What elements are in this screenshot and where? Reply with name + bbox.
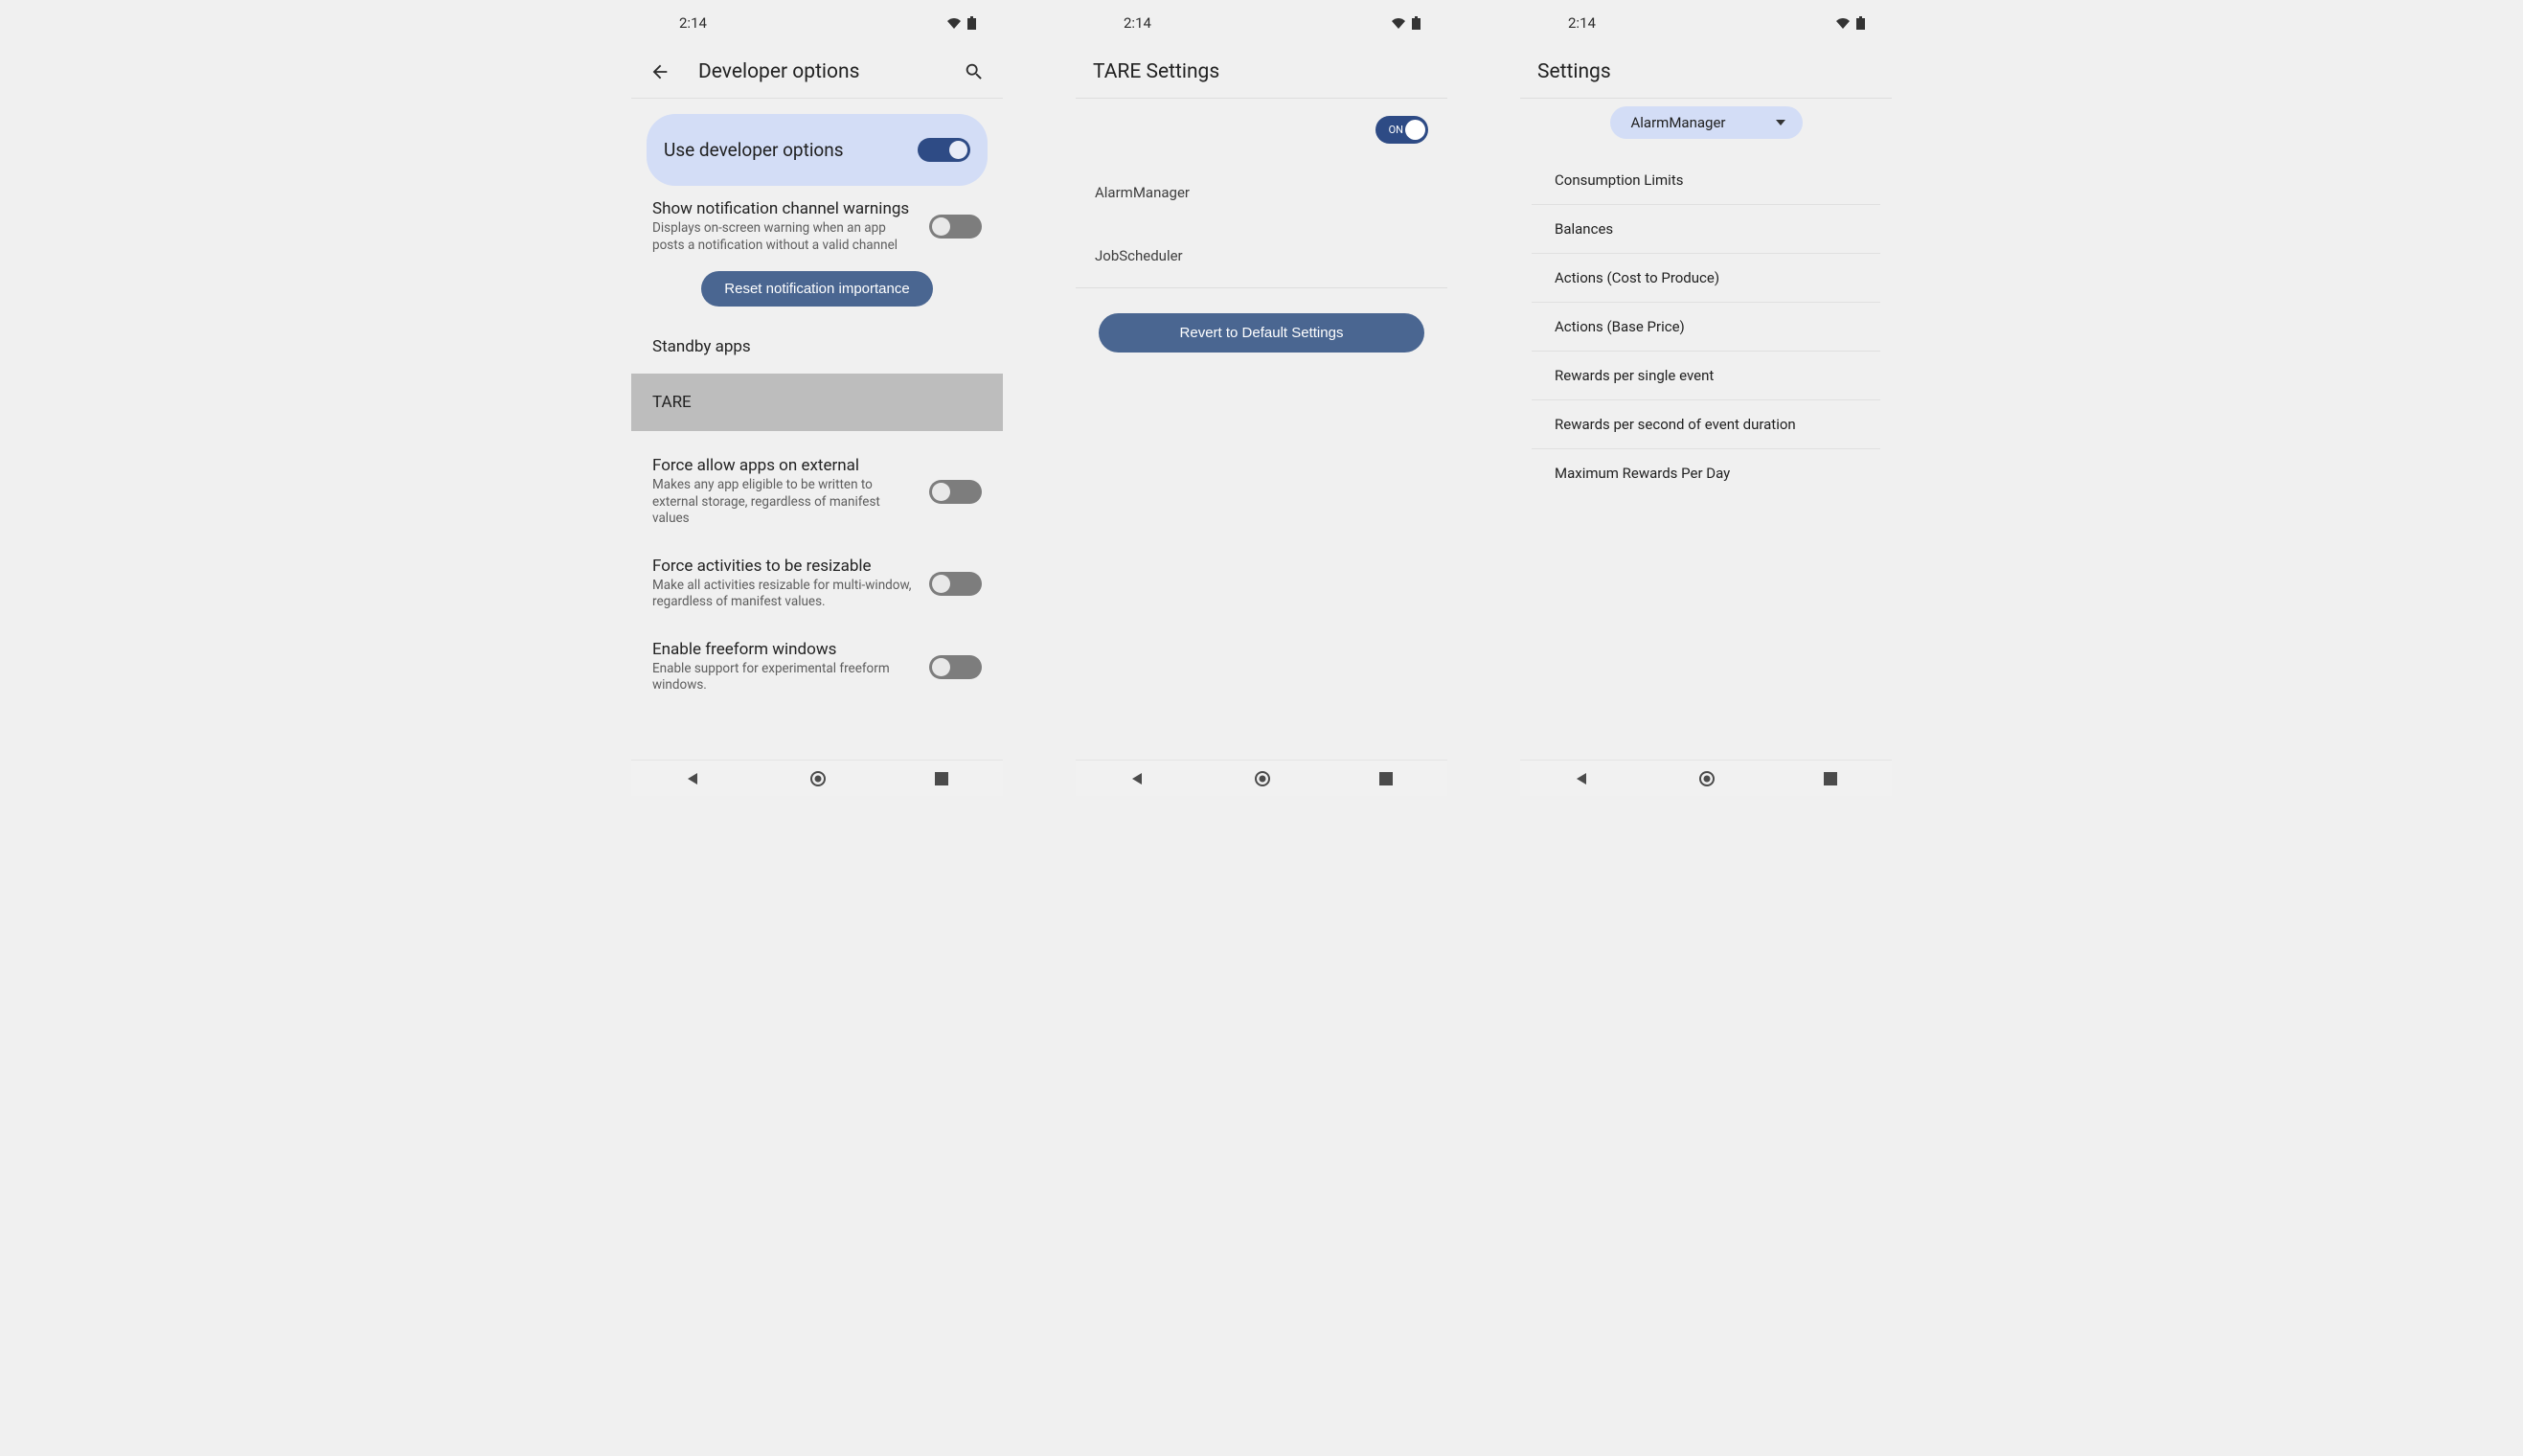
row-max-rewards[interactable]: Maximum Rewards Per Day [1532, 449, 1880, 497]
toggle-switch[interactable] [929, 655, 982, 679]
nav-bar [1520, 760, 1892, 796]
pref-freeform-windows[interactable]: Enable freeform windows Enable support f… [631, 621, 1003, 704]
toggle-switch[interactable] [929, 480, 982, 504]
nav-bar [631, 760, 1003, 796]
page-title: TARE Settings [1093, 60, 1430, 83]
settings-list[interactable]: Use developer options Show notification … [631, 99, 1003, 760]
master-toggle-row[interactable]: Use developer options [647, 114, 988, 186]
row-rewards-duration[interactable]: Rewards per second of event duration [1532, 400, 1880, 449]
row-actions-base[interactable]: Actions (Base Price) [1532, 303, 1880, 352]
clock: 2:14 [679, 14, 707, 32]
status-icons [946, 16, 976, 30]
nav-bar [1076, 760, 1447, 796]
pref-tare[interactable]: TARE [631, 374, 1003, 431]
pref-force-external[interactable]: Force allow apps on external Makes any a… [631, 431, 1003, 537]
clock: 2:14 [1568, 14, 1596, 32]
menu-job-scheduler[interactable]: JobScheduler [1076, 224, 1447, 287]
pref-title: Force allow apps on external [652, 456, 914, 475]
page-title: Settings [1537, 60, 1875, 83]
row-balances[interactable]: Balances [1532, 205, 1880, 254]
battery-icon [1856, 16, 1865, 30]
reset-notification-button[interactable]: Reset notification importance [701, 271, 932, 307]
policy-dropdown[interactable]: AlarmManager [1610, 106, 1803, 139]
content: AlarmManager Consumption Limits Balances… [1520, 99, 1892, 760]
toggle-on-label: ON [1389, 124, 1403, 136]
wifi-icon [1391, 17, 1406, 29]
status-icons [1835, 16, 1865, 30]
status-bar: 2:14 [1520, 0, 1892, 46]
pref-force-resizable[interactable]: Force activities to be resizable Make al… [631, 537, 1003, 621]
screen-settings-alarm-manager: 2:14 Settings AlarmManager Consumption L… [1520, 0, 1892, 796]
app-bar: TARE Settings [1076, 46, 1447, 99]
status-bar: 2:14 [631, 0, 1003, 46]
nav-home-icon[interactable] [1254, 770, 1271, 787]
pref-subtitle: Make all activities resizable for multi-… [652, 578, 914, 611]
content: ON AlarmManager JobScheduler Revert to D… [1076, 99, 1447, 760]
app-bar: Developer options [631, 46, 1003, 99]
master-toggle-switch[interactable] [918, 138, 970, 162]
nav-home-icon[interactable] [809, 770, 827, 787]
pref-title: Enable freeform windows [652, 640, 914, 659]
pref-subtitle: Enable support for experimental freeform… [652, 661, 914, 694]
tare-enable-row[interactable]: ON [1076, 99, 1447, 161]
pref-subtitle: Displays on-screen warning when an app p… [652, 220, 914, 254]
screen-developer-options: 2:14 Developer options Use developer opt… [631, 0, 1003, 796]
search-icon [964, 61, 985, 82]
nav-recents-icon[interactable] [935, 772, 948, 785]
pref-title: Show notification channel warnings [652, 199, 914, 218]
back-button[interactable] [648, 60, 671, 83]
nav-back-icon[interactable] [1130, 771, 1146, 786]
status-bar: 2:14 [1076, 0, 1447, 46]
app-bar: Settings [1520, 46, 1892, 99]
pref-standby-apps[interactable]: Standby apps [631, 320, 1003, 374]
nav-recents-icon[interactable] [1379, 772, 1393, 785]
page-title: Developer options [698, 60, 936, 83]
status-icons [1391, 16, 1421, 30]
wifi-icon [946, 17, 962, 29]
dropdown-value: AlarmManager [1631, 114, 1726, 131]
row-actions-cost[interactable]: Actions (Cost to Produce) [1532, 254, 1880, 303]
screen-tare-settings: 2:14 TARE Settings ON AlarmManager JobSc… [1076, 0, 1447, 796]
master-toggle-label: Use developer options [664, 139, 844, 161]
arrow-back-icon [649, 61, 671, 82]
battery-icon [967, 16, 976, 30]
menu-alarm-manager[interactable]: AlarmManager [1076, 161, 1447, 224]
wifi-icon [1835, 17, 1851, 29]
nav-home-icon[interactable] [1698, 770, 1716, 787]
pref-subtitle: Makes any app eligible to be written to … [652, 477, 914, 528]
row-rewards-single[interactable]: Rewards per single event [1532, 352, 1880, 400]
battery-icon [1412, 16, 1421, 30]
toggle-switch[interactable] [929, 215, 982, 239]
pref-title: Force activities to be resizable [652, 557, 914, 576]
row-consumption-limits[interactable]: Consumption Limits [1532, 156, 1880, 205]
search-button[interactable] [963, 60, 986, 83]
nav-back-icon[interactable] [1575, 771, 1590, 786]
clock: 2:14 [1124, 14, 1151, 32]
tare-toggle-switch[interactable]: ON [1375, 116, 1428, 144]
nav-recents-icon[interactable] [1824, 772, 1837, 785]
revert-defaults-button[interactable]: Revert to Default Settings [1099, 313, 1424, 353]
divider [1076, 287, 1447, 288]
pref-notification-warnings[interactable]: Show notification channel warnings Displ… [631, 190, 1003, 263]
toggle-switch[interactable] [929, 572, 982, 596]
nav-back-icon[interactable] [686, 771, 701, 786]
